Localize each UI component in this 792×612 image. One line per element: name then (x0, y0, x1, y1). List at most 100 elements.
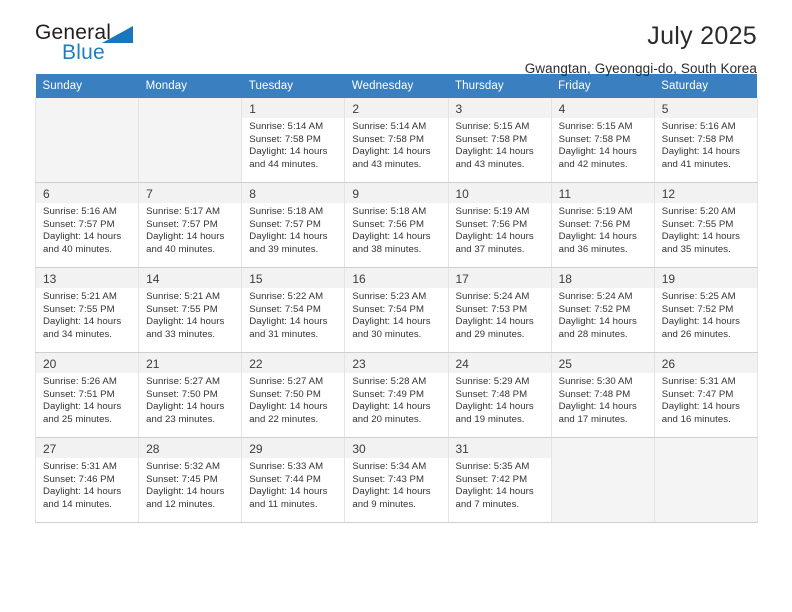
calendar-day-cell[interactable]: 2 Sunrise: 5:14 AM Sunset: 7:58 PM Daylight… (344, 98, 449, 183)
calendar-day-cell[interactable]: 21 Sunrise: 5:27 AM Sunset: 7:50 PM Dayligh… (138, 352, 243, 438)
calendar-day-cell[interactable]: 29 Sunrise: 5:33 AM Sunset: 7:44 PM Dayligh… (241, 437, 346, 523)
day-sun-info: Sunrise: 5:14 AM Sunset: 7:58 PM Daylight:… (249, 121, 338, 171)
location-subtitle: Gwangtan, Gyeonggi-do, South Korea (524, 60, 757, 76)
info-line-sunset: Sunset: 7:51 PM (43, 388, 115, 400)
info-line-daylight-line2: and 29 minutes. (455, 328, 525, 340)
day-cell-content: 14 Sunrise: 5:21 AM Sunset: 7:55 PM Dayligh… (139, 268, 242, 341)
calendar-day-cell[interactable]: 6 Sunrise: 5:16 AM Sunset: 7:57 PM Daylight… (34, 182, 140, 268)
calendar-day-cell[interactable]: 12 Sunrise: 5:20 AM Sunset: 7:55 PM Dayligh… (653, 182, 758, 268)
info-line-sunset: Sunset: 7:58 PM (352, 133, 425, 145)
page-header: General Blue July 2025 Gwangtan, Gyeongg… (35, 0, 757, 76)
info-line-sunset: Sunset: 7:58 PM (455, 133, 528, 145)
weekday-header-saturday: Saturday (654, 74, 758, 98)
day-sun-info: Sunrise: 5:21 AM Sunset: 7:55 PM Daylight:… (146, 291, 235, 341)
general-blue-logo[interactable]: General Blue (35, 22, 145, 68)
info-line-daylight-line1: Daylight: 14 hours (249, 316, 328, 328)
info-line-daylight-line2: and 14 minutes. (43, 498, 113, 510)
info-line-daylight-line2: and 22 minutes. (249, 413, 319, 425)
day-number: 27 (36, 438, 139, 458)
info-line-sunrise: Sunrise: 5:25 AM (661, 291, 736, 302)
info-line-sunrise: Sunrise: 5:33 AM (249, 461, 324, 472)
info-line-sunset: Sunset: 7:56 PM (558, 218, 631, 230)
info-line-daylight-line1: Daylight: 14 hours (352, 486, 431, 498)
info-line-sunrise: Sunrise: 5:31 AM (661, 376, 736, 387)
calendar-day-cell[interactable]: 4 Sunrise: 5:15 AM Sunset: 7:58 PM Daylight… (550, 98, 655, 183)
day-cell-content: 22 Sunrise: 5:27 AM Sunset: 7:50 PM Dayligh… (242, 353, 345, 426)
info-line-daylight-line1: Daylight: 14 hours (661, 401, 740, 413)
day-sun-info: Sunrise: 5:14 AM Sunset: 7:58 PM Daylight:… (352, 121, 441, 171)
info-line-sunrise: Sunrise: 5:22 AM (249, 291, 324, 302)
calendar-day-cell[interactable]: 13 Sunrise: 5:21 AM Sunset: 7:55 PM Dayligh… (34, 267, 140, 353)
day-cell-content: 19 Sunrise: 5:25 AM Sunset: 7:52 PM Dayligh… (654, 268, 757, 341)
day-cell-content: 1 Sunrise: 5:14 AM Sunset: 7:58 PM Daylight… (242, 98, 345, 171)
info-line-sunrise: Sunrise: 5:30 AM (558, 376, 633, 387)
info-line-sunset: Sunset: 7:44 PM (249, 473, 321, 485)
info-line-daylight-line2: and 23 minutes. (146, 413, 216, 425)
info-line-sunset: Sunset: 7:48 PM (558, 388, 631, 400)
day-sun-info: Sunrise: 5:27 AM Sunset: 7:50 PM Daylight:… (146, 376, 235, 426)
calendar-day-cell[interactable]: 10 Sunrise: 5:19 AM Sunset: 7:56 PM Dayligh… (447, 182, 552, 268)
calendar-day-cell[interactable]: 16 Sunrise: 5:23 AM Sunset: 7:54 PM Dayligh… (344, 267, 449, 353)
calendar-day-cell[interactable]: 17 Sunrise: 5:24 AM Sunset: 7:53 PM Dayligh… (447, 267, 552, 353)
info-line-daylight-line2: and 9 minutes. (352, 498, 417, 510)
info-line-daylight-line1: Daylight: 14 hours (455, 231, 534, 243)
info-line-sunset: Sunset: 7:53 PM (455, 303, 528, 315)
calendar-day-cell[interactable]: 14 Sunrise: 5:21 AM Sunset: 7:55 PM Dayligh… (138, 267, 243, 353)
calendar-day-cell[interactable]: 26 Sunrise: 5:31 AM Sunset: 7:47 PM Dayligh… (653, 352, 758, 438)
info-line-daylight-line2: and 12 minutes. (146, 498, 216, 510)
info-line-daylight-line1: Daylight: 14 hours (352, 316, 431, 328)
calendar-week-row: 6 Sunrise: 5:16 AM Sunset: 7:57 PM Daylight… (34, 182, 758, 268)
info-line-daylight-line2: and 34 minutes. (43, 328, 113, 340)
info-line-daylight-line1: Daylight: 14 hours (43, 486, 122, 498)
day-sun-info: Sunrise: 5:30 AM Sunset: 7:48 PM Daylight:… (559, 376, 648, 426)
info-line-daylight-line2: and 39 minutes. (249, 243, 319, 255)
calendar-day-cell[interactable]: 20 Sunrise: 5:26 AM Sunset: 7:51 PM Dayligh… (34, 352, 140, 438)
info-line-sunrise: Sunrise: 5:20 AM (661, 206, 736, 217)
info-line-sunrise: Sunrise: 5:17 AM (146, 206, 220, 217)
calendar-day-cell[interactable]: 24 Sunrise: 5:29 AM Sunset: 7:48 PM Dayligh… (447, 352, 552, 438)
calendar-day-cell[interactable]: 30 Sunrise: 5:34 AM Sunset: 7:43 PM Dayligh… (344, 437, 449, 523)
info-line-daylight-line2: and 43 minutes. (455, 158, 525, 170)
info-line-daylight-line1: Daylight: 14 hours (455, 316, 534, 328)
day-cell-content: 9 Sunrise: 5:18 AM Sunset: 7:56 PM Daylight… (345, 183, 448, 256)
day-sun-info: Sunrise: 5:22 AM Sunset: 7:54 PM Daylight:… (249, 291, 338, 341)
day-number: 7 (139, 183, 242, 203)
day-sun-info: Sunrise: 5:19 AM Sunset: 7:56 PM Daylight:… (559, 206, 648, 256)
day-number: 9 (345, 183, 448, 203)
calendar-day-cell[interactable]: 11 Sunrise: 5:19 AM Sunset: 7:56 PM Dayligh… (550, 182, 655, 268)
calendar-day-cell[interactable]: 8 Sunrise: 5:18 AM Sunset: 7:57 PM Daylight… (241, 182, 346, 268)
weekday-header-wednesday: Wednesday (344, 74, 448, 98)
calendar-day-cell[interactable]: 27 Sunrise: 5:31 AM Sunset: 7:46 PM Dayligh… (34, 437, 140, 523)
info-line-sunrise: Sunrise: 5:18 AM (249, 206, 324, 217)
calendar-day-cell[interactable]: 31 Sunrise: 5:35 AM Sunset: 7:42 PM Dayligh… (447, 437, 552, 523)
info-line-sunset: Sunset: 7:55 PM (661, 218, 734, 230)
day-cell-content: 17 Sunrise: 5:24 AM Sunset: 7:53 PM Dayligh… (448, 268, 551, 341)
day-sun-info: Sunrise: 5:23 AM Sunset: 7:54 PM Daylight:… (352, 291, 441, 341)
calendar-day-cell[interactable]: 28 Sunrise: 5:32 AM Sunset: 7:45 PM Dayligh… (138, 437, 243, 523)
calendar-day-cell[interactable]: 23 Sunrise: 5:28 AM Sunset: 7:49 PM Dayligh… (344, 352, 449, 438)
info-line-daylight-line2: and 17 minutes. (558, 413, 628, 425)
calendar-day-cell[interactable]: 22 Sunrise: 5:27 AM Sunset: 7:50 PM Dayligh… (241, 352, 346, 438)
day-cell-content: 16 Sunrise: 5:23 AM Sunset: 7:54 PM Dayligh… (345, 268, 448, 341)
day-number: 31 (448, 438, 551, 458)
calendar-day-cell[interactable]: 1 Sunrise: 5:14 AM Sunset: 7:58 PM Daylight… (241, 98, 346, 183)
day-sun-info: Sunrise: 5:15 AM Sunset: 7:58 PM Daylight:… (456, 121, 545, 171)
day-sun-info: Sunrise: 5:28 AM Sunset: 7:49 PM Daylight:… (352, 376, 441, 426)
day-cell-content: 29 Sunrise: 5:33 AM Sunset: 7:44 PM Dayligh… (242, 438, 345, 511)
calendar-day-cell[interactable]: 7 Sunrise: 5:17 AM Sunset: 7:57 PM Daylight… (138, 182, 243, 268)
calendar-day-cell[interactable]: 5 Sunrise: 5:16 AM Sunset: 7:58 PM Daylight… (653, 98, 758, 183)
calendar-day-cell[interactable]: 25 Sunrise: 5:30 AM Sunset: 7:48 PM Dayligh… (550, 352, 655, 438)
calendar-empty-cell (34, 98, 140, 183)
info-line-sunset: Sunset: 7:52 PM (558, 303, 631, 315)
calendar-day-cell[interactable]: 15 Sunrise: 5:22 AM Sunset: 7:54 PM Dayligh… (241, 267, 346, 353)
calendar-day-cell[interactable]: 18 Sunrise: 5:24 AM Sunset: 7:52 PM Dayligh… (550, 267, 655, 353)
calendar-day-cell[interactable]: 19 Sunrise: 5:25 AM Sunset: 7:52 PM Dayligh… (653, 267, 758, 353)
day-number: 11 (551, 183, 654, 203)
info-line-daylight-line1: Daylight: 14 hours (455, 486, 534, 498)
calendar-empty-cell (550, 437, 655, 523)
calendar-day-cell[interactable]: 3 Sunrise: 5:15 AM Sunset: 7:58 PM Daylight… (447, 98, 552, 183)
day-number: 30 (345, 438, 448, 458)
info-line-daylight-line1: Daylight: 14 hours (249, 231, 328, 243)
calendar-day-cell[interactable]: 9 Sunrise: 5:18 AM Sunset: 7:56 PM Daylight… (344, 182, 449, 268)
day-number: 1 (242, 98, 345, 118)
